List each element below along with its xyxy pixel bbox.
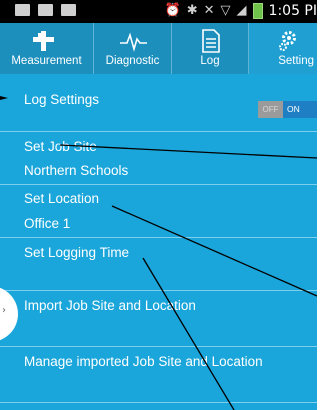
location-value: Office 1: [24, 216, 71, 231]
tab-log[interactable]: Log: [172, 23, 249, 74]
set-logging-time-label: Set Logging Time: [24, 245, 130, 260]
status-time: 1:05 PI: [268, 3, 317, 19]
image-icon: [38, 4, 53, 16]
alarm-icon: ⏰: [164, 3, 181, 18]
tab-bar: Measurement Diagnostic Log Setting: [0, 23, 317, 74]
wifi-icon: ▽: [220, 3, 231, 18]
mail-icon: [61, 4, 76, 16]
notification-icons: [15, 4, 76, 16]
signal-icon: ◢: [236, 3, 247, 18]
set-location-row[interactable]: Set Location Office 1: [0, 185, 317, 237]
chevron-right-icon: ›: [2, 305, 6, 316]
tab-diagnostic[interactable]: Diagnostic: [94, 23, 172, 74]
set-job-site-label: Set Job Site: [24, 139, 97, 154]
gear-icon: [249, 29, 317, 53]
log-settings-row: Log Settings OFF ON: [0, 74, 317, 131]
measurement-icon: [0, 29, 93, 53]
mute-icon: ✕: [203, 3, 215, 18]
import-row[interactable]: Import Job Site and Location: [0, 291, 317, 346]
bluetooth-icon: ✱: [186, 3, 198, 18]
status-bar: ⏰ ✱ ✕ ▽ ◢ 1:05 PI: [0, 0, 317, 23]
battery-icon: [252, 3, 263, 19]
manage-label: Manage imported Job Site and Location: [24, 354, 263, 369]
tab-log-label: Log: [200, 55, 220, 67]
log-settings-label: Log Settings: [24, 92, 100, 107]
set-location-label: Set Location: [24, 191, 100, 206]
pulse-icon: [94, 29, 171, 53]
divider: [0, 402, 317, 403]
callout-arrow-log-settings: [0, 96, 8, 100]
manage-row[interactable]: Manage imported Job Site and Location: [0, 347, 317, 402]
message-icon: [15, 4, 30, 16]
system-icons: ⏰ ✱ ✕ ▽ ◢ 1:05 PI: [165, 2, 317, 20]
tab-measurement[interactable]: Measurement: [0, 23, 94, 74]
tab-setting[interactable]: Setting: [249, 23, 317, 74]
toggle-on[interactable]: ON: [283, 101, 317, 118]
job-site-value: Northern Schools: [24, 163, 129, 178]
import-label: Import Job Site and Location: [24, 298, 196, 313]
document-icon: [172, 29, 248, 53]
toggle-off[interactable]: OFF: [258, 101, 283, 118]
log-toggle[interactable]: OFF ON: [258, 101, 317, 118]
settings-list: Log Settings OFF ON Set Job Site Norther…: [0, 74, 317, 410]
tab-diagnostic-label: Diagnostic: [105, 55, 160, 67]
tab-setting-label: Setting: [278, 55, 314, 67]
set-logging-time-row[interactable]: Set Logging Time: [0, 238, 317, 290]
tab-measurement-label: Measurement: [11, 55, 82, 67]
set-job-site-row[interactable]: Set Job Site Northern Schools: [0, 132, 317, 184]
